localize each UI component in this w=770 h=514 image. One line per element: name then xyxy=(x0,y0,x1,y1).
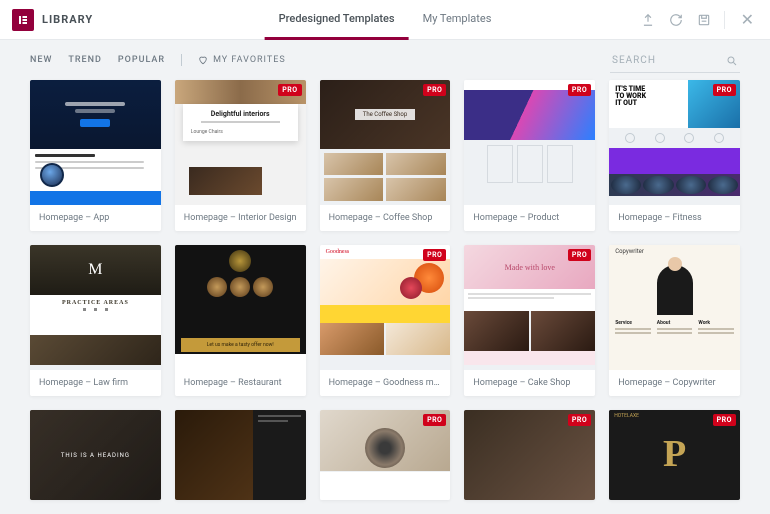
template-thumbnail: PROHOTELAXEP xyxy=(609,410,740,500)
template-title: Homepage – Fitness xyxy=(609,205,740,231)
heart-icon xyxy=(198,55,208,65)
search-wrap xyxy=(610,48,740,73)
template-card[interactable]: PRO Delightful interiorsLounge Chairs Ho… xyxy=(175,80,306,231)
toolbar-divider xyxy=(181,54,182,66)
template-thumbnail: PRO IT'S TIMETO WORKIT OUT xyxy=(609,80,740,205)
header-actions: ✕ xyxy=(640,10,758,29)
template-thumbnail: PRO Made with love xyxy=(464,245,595,370)
header-bar: LIBRARY Predesigned Templates My Templat… xyxy=(0,0,770,40)
template-card[interactable]: PRO Homepage – Product xyxy=(464,80,595,231)
pro-badge: PRO xyxy=(713,84,736,96)
template-thumbnail: PRO xyxy=(464,80,595,205)
template-thumbnail: PRO The Coffee Shop xyxy=(320,80,451,205)
pro-badge: PRO xyxy=(423,84,446,96)
template-title: Homepage – Product xyxy=(464,205,595,231)
template-thumbnail: M PRACTICE AREAS xyxy=(30,245,161,370)
filter-favorites[interactable]: MY FAVORITES xyxy=(198,55,286,65)
tab-my-templates[interactable]: My Templates xyxy=(409,0,506,40)
search-icon[interactable] xyxy=(726,52,738,71)
template-thumbnail xyxy=(30,80,161,205)
template-card[interactable]: Let us make a tasty offer now! Homepage … xyxy=(175,245,306,396)
elementor-logo-icon xyxy=(12,9,34,31)
template-title: Homepage – Copywriter xyxy=(609,370,740,396)
template-title: Homepage – Cake Shop xyxy=(464,370,595,396)
template-title: Homepage – Restaurant xyxy=(175,370,306,396)
pro-badge: PRO xyxy=(423,414,446,426)
header-divider xyxy=(724,11,725,29)
pro-badge: PRO xyxy=(423,249,446,261)
favorites-label: MY FAVORITES xyxy=(213,55,286,65)
template-thumbnail: PRO Delightful interiorsLounge Chairs xyxy=(175,80,306,205)
template-thumbnail: Copywriter ServiceAboutWork xyxy=(609,245,740,370)
template-card[interactable]: M PRACTICE AREAS Homepage – Law firm xyxy=(30,245,161,396)
search-input[interactable] xyxy=(610,49,740,73)
template-card[interactable]: PRO xyxy=(464,410,595,500)
template-card[interactable]: PROHOTELAXEP xyxy=(609,410,740,500)
template-thumbnail xyxy=(175,410,306,500)
filter-trend[interactable]: TREND xyxy=(68,55,102,65)
header-tabs: Predesigned Templates My Templates xyxy=(265,0,506,40)
filter-new[interactable]: NEW xyxy=(30,55,52,65)
upload-icon[interactable] xyxy=(640,12,656,28)
template-title: Homepage – App xyxy=(30,205,161,231)
template-title: Homepage – Interior Design xyxy=(175,205,306,231)
template-card[interactable]: PRO xyxy=(320,410,451,500)
pro-badge: PRO xyxy=(568,249,591,261)
sync-icon[interactable] xyxy=(668,12,684,28)
template-card[interactable]: Copywriter ServiceAboutWork Homepage – C… xyxy=(609,245,740,396)
template-card[interactable]: Homepage – App xyxy=(30,80,161,231)
save-icon[interactable] xyxy=(696,12,712,28)
tab-predesigned-templates[interactable]: Predesigned Templates xyxy=(265,0,409,40)
filter-popular[interactable]: POPULAR xyxy=(118,55,165,65)
library-title: LIBRARY xyxy=(42,13,93,26)
template-card[interactable] xyxy=(175,410,306,500)
template-thumbnail: PRO Goodness xyxy=(320,245,451,370)
template-thumbnail: PRO xyxy=(320,410,451,500)
template-thumbnail: PRO xyxy=(464,410,595,500)
pro-badge: PRO xyxy=(568,414,591,426)
template-title: Homepage – Coffee Shop xyxy=(320,205,451,231)
template-grid: Homepage – App PRO Delightful interiorsL… xyxy=(0,80,770,514)
close-icon[interactable]: ✕ xyxy=(737,10,758,29)
template-title: Homepage – Goodness meal servi... xyxy=(320,370,451,396)
template-card[interactable]: PRO IT'S TIMETO WORKIT OUT Homepage – Fi… xyxy=(609,80,740,231)
template-thumbnail: Let us make a tasty offer now! xyxy=(175,245,306,370)
template-card[interactable]: PRO The Coffee Shop Homepage – Coffee Sh… xyxy=(320,80,451,231)
template-card[interactable]: PRO Made with love Homepage – Cake Shop xyxy=(464,245,595,396)
pro-badge: PRO xyxy=(568,84,591,96)
pro-badge: PRO xyxy=(713,414,736,426)
filter-toolbar: NEW TREND POPULAR MY FAVORITES xyxy=(0,40,770,80)
template-thumbnail: THIS IS A HEADING xyxy=(30,410,161,500)
template-card[interactable]: THIS IS A HEADING xyxy=(30,410,161,500)
template-card[interactable]: PRO Goodness Homepage – Goodness meal se… xyxy=(320,245,451,396)
template-title: Homepage – Law firm xyxy=(30,370,161,396)
pro-badge: PRO xyxy=(278,84,301,96)
